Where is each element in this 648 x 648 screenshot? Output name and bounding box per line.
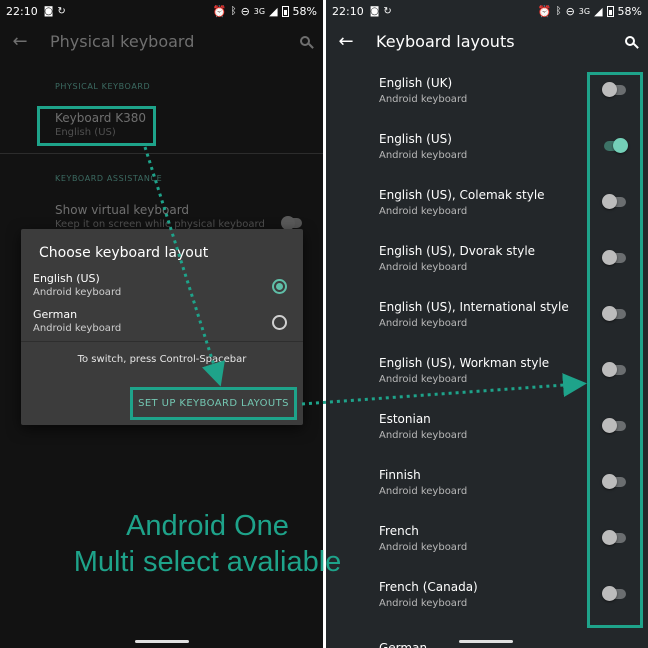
annotation-arrows <box>143 146 587 406</box>
arrow-button-to-toggles <box>301 373 587 406</box>
arrow-keyboard-to-button <box>143 146 225 387</box>
